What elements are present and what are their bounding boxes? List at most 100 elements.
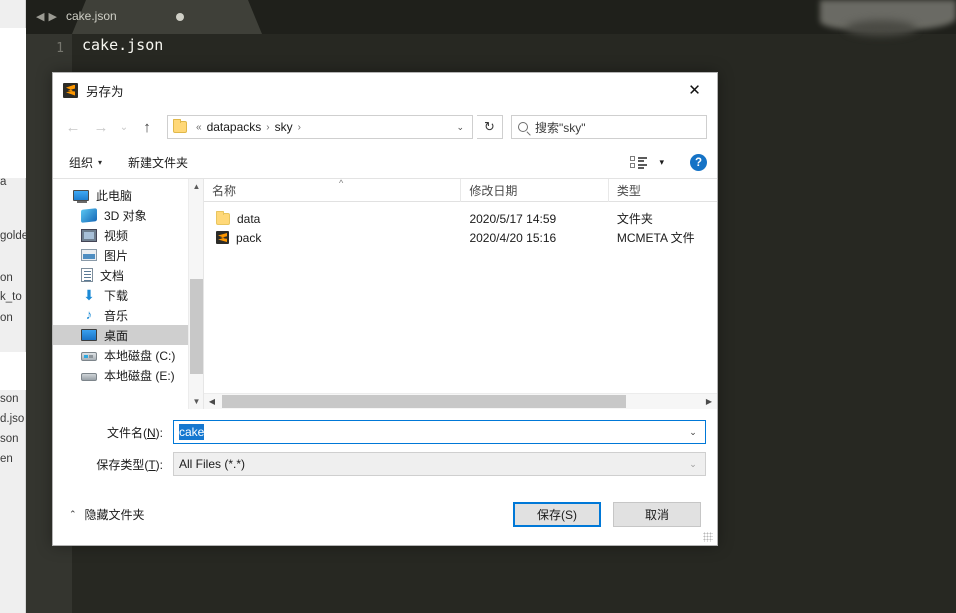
scroll-right-icon[interactable]: ▶	[701, 394, 717, 409]
music-icon: ♪	[85, 307, 93, 322]
help-icon[interactable]: ?	[690, 154, 707, 171]
folder-icon	[173, 119, 187, 133]
sublime-file-icon	[216, 231, 229, 244]
sidebar-item-local-disk-e[interactable]: 本地磁盘 (E:)	[53, 365, 203, 385]
up-icon[interactable]: ↑	[133, 113, 161, 141]
filename-input[interactable]: cake ⌄	[173, 420, 706, 444]
search-input[interactable]: 搜索"sky"	[511, 115, 707, 139]
bg-text-fragment: on	[0, 272, 13, 284]
sidebar-item-music[interactable]: ♪ 音乐	[53, 305, 203, 325]
3d-objects-icon	[81, 207, 97, 223]
table-row[interactable]: pack 2020/4/20 15:16 MCMETA 文件	[204, 228, 717, 247]
view-layout-icon[interactable]	[630, 156, 648, 169]
filetype-select[interactable]: All Files (*.*) ⌄	[173, 452, 706, 476]
organize-button[interactable]: 组织 ▾	[69, 154, 102, 171]
sidebar-scrollbar[interactable]: ▲ ▼	[188, 179, 203, 409]
view-dropdown-icon[interactable]: ▾	[659, 157, 664, 168]
sidebar-item-label: 文档	[100, 268, 125, 283]
filename-label-key: N	[146, 425, 156, 440]
breadcrumb-datapacks[interactable]: datapacks	[205, 120, 264, 134]
forward-icon[interactable]: →	[87, 113, 115, 141]
chevron-up-icon: ⌃	[69, 508, 77, 519]
background-explorer-window[interactable]: a golde on k_to on son d.jso son en	[0, 0, 29, 613]
bg-text-fragment: a	[0, 176, 7, 188]
save-button[interactable]: 保存(S)	[513, 501, 601, 527]
file-type-cell: 文件夹	[616, 212, 653, 226]
scroll-up-icon[interactable]: ▲	[189, 179, 204, 194]
local-disk-e-icon	[81, 372, 97, 381]
unsaved-dot-icon	[176, 13, 184, 21]
chevron-right-icon: ›	[266, 121, 270, 133]
tab-next-icon[interactable]: ▶	[48, 10, 57, 23]
new-folder-label: 新建文件夹	[128, 156, 189, 170]
hide-folders-toggle[interactable]: ⌃ 隐藏文件夹	[69, 506, 145, 523]
sidebar-item-label: 本地磁盘 (C:)	[104, 348, 176, 363]
bg-text-fragment: en	[0, 453, 13, 465]
scrollbar-thumb[interactable]	[222, 395, 627, 408]
sidebar-item-3d-objects[interactable]: 3D 对象	[53, 205, 203, 225]
back-icon[interactable]: ←	[59, 113, 87, 141]
chevron-down-icon[interactable]: ⌄	[681, 421, 705, 443]
tab-scroll-arrows[interactable]: ◀ ▶	[36, 10, 58, 23]
file-rows: data 2020/5/17 14:59 文件夹 pack 2020/4/20 …	[204, 202, 717, 393]
column-header-name[interactable]: 名称	[204, 178, 462, 202]
sidebar-item-desktop[interactable]: 桌面	[53, 325, 203, 345]
editor-code-line[interactable]: cake.json	[82, 36, 163, 54]
documents-icon	[81, 268, 93, 282]
sidebar-item-this-pc[interactable]: 此电脑	[53, 185, 203, 205]
chevron-down-icon[interactable]: ⌄	[681, 453, 705, 475]
line-number: 1	[56, 41, 64, 56]
file-date-cell: 2020/5/17 14:59	[469, 211, 557, 226]
refresh-icon[interactable]: ↻	[477, 115, 503, 139]
videos-icon	[81, 228, 97, 242]
screen: a golde on k_to on son d.jso son en ◀ ▶ …	[0, 0, 956, 613]
sidebar-item-label: 图片	[104, 248, 129, 263]
horizontal-scrollbar[interactable]: ◀ ▶	[204, 393, 717, 409]
breadcrumb-sky[interactable]: sky	[273, 120, 295, 134]
local-disk-c-icon	[81, 352, 97, 361]
sidebar-item-label: 本地磁盘 (E:)	[104, 368, 175, 383]
file-name: data	[237, 211, 261, 226]
address-bar[interactable]: « datapacks › sky › ⌄	[167, 115, 473, 139]
bg-text-fragment: golde	[0, 230, 29, 242]
chevron-down-icon: ▾	[98, 158, 103, 167]
file-date-cell: 2020/4/20 15:16	[469, 230, 557, 245]
filetype-label-key: T	[148, 457, 156, 472]
filetype-value: All Files (*.*)	[179, 457, 246, 471]
sidebar-list: 此电脑 3D 对象 视频 图片 文档 ⬇ 下载 ♪ 音乐 桌面 本地磁盘 (C:…	[53, 179, 203, 409]
cancel-button[interactable]: 取消	[613, 501, 701, 527]
sidebar-item-videos[interactable]: 视频	[53, 225, 203, 245]
sidebar-item-label: 桌面	[104, 328, 129, 343]
scroll-down-icon[interactable]: ▼	[189, 394, 204, 409]
filetype-label-post: ):	[155, 457, 163, 472]
resize-grip-icon[interactable]	[703, 532, 713, 542]
dialog-buttons: 保存(S) 取消	[513, 501, 701, 527]
search-icon	[518, 122, 528, 132]
tab-prev-icon[interactable]: ◀	[36, 10, 45, 23]
organize-label: 组织	[69, 156, 94, 170]
bg-text-fragment: d.jso	[0, 413, 25, 425]
column-header-date[interactable]: 修改日期	[461, 178, 609, 202]
recent-locations-icon[interactable]: ⌄	[115, 113, 133, 141]
bg-text-fragment: on	[0, 312, 13, 324]
sidebar-item-local-disk-c[interactable]: 本地磁盘 (C:)	[53, 345, 203, 365]
dialog-title: 另存为	[86, 84, 124, 99]
new-folder-button[interactable]: 新建文件夹	[128, 154, 188, 171]
sidebar-item-documents[interactable]: 文档	[53, 265, 203, 285]
scrollbar-thumb[interactable]	[190, 279, 203, 374]
pictures-icon	[81, 249, 97, 261]
scroll-left-icon[interactable]: ◀	[204, 394, 220, 409]
address-dropdown-icon[interactable]: ⌄	[452, 122, 468, 133]
sidebar-item-pictures[interactable]: 图片	[53, 245, 203, 265]
dialog-body: 此电脑 3D 对象 视频 图片 文档 ⬇ 下载 ♪ 音乐 桌面 本地磁盘 (C:…	[53, 178, 717, 409]
close-icon[interactable]: ✕	[672, 74, 717, 107]
file-name: pack	[236, 230, 262, 245]
dialog-commandbar: 组织 ▾ 新建文件夹 ▾ ?	[53, 147, 717, 179]
chevron-right-icon: ›	[297, 121, 301, 133]
desktop-icon	[81, 329, 97, 341]
column-header-type[interactable]: 类型	[609, 179, 717, 202]
table-row[interactable]: data 2020/5/17 14:59 文件夹	[204, 209, 717, 228]
column-headers: 名称 修改日期 类型 ^	[204, 178, 717, 202]
scrollbar-track[interactable]	[220, 394, 701, 409]
sidebar-item-downloads[interactable]: ⬇ 下载	[53, 285, 203, 305]
